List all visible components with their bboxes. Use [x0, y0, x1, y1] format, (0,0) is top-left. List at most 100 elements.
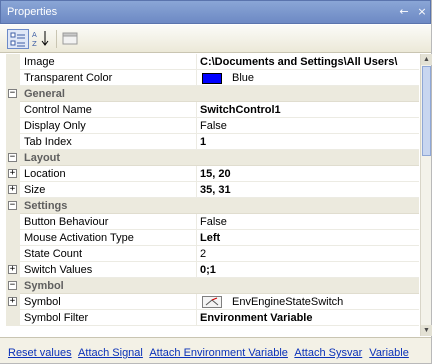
property-name: Display Only: [24, 120, 86, 132]
property-value[interactable]: C:\Documents and Settings\All Users\: [200, 56, 422, 68]
alphabetical-sort-button[interactable]: A Z: [31, 29, 53, 49]
row-gutter: [6, 102, 20, 118]
category-row[interactable]: − Layout: [6, 150, 419, 166]
column-divider: [196, 70, 197, 86]
property-name: Size: [24, 184, 46, 196]
row-gutter: [6, 246, 20, 262]
property-row[interactable]: Symbol Filter Environment Variable: [6, 310, 419, 326]
pin-button[interactable]: ←: [397, 5, 411, 19]
category-label: Symbol: [24, 280, 64, 292]
close-button[interactable]: ×: [415, 5, 429, 19]
property-value[interactable]: 35, 31: [200, 184, 422, 196]
property-value[interactable]: Environment Variable: [200, 312, 422, 324]
column-divider: [196, 118, 197, 134]
property-name: Transparent Color: [24, 72, 113, 84]
property-row[interactable]: Control Name SwitchControl1: [6, 102, 419, 118]
scroll-down-arrow-icon[interactable]: ▼: [421, 325, 432, 336]
scroll-thumb[interactable]: [422, 66, 431, 156]
property-value[interactable]: 1: [200, 136, 422, 148]
property-name: Symbol Filter: [24, 312, 89, 324]
property-row[interactable]: Transparent Color Blue: [6, 70, 419, 86]
switch-symbol-icon: [202, 296, 222, 308]
color-swatch: [202, 73, 222, 84]
row-gutter: [6, 118, 20, 134]
command-link[interactable]: Variable: [369, 347, 409, 359]
command-link[interactable]: Attach Environment Variable: [149, 347, 288, 359]
category-label: Layout: [24, 152, 61, 164]
collapse-icon[interactable]: −: [8, 153, 17, 162]
property-value[interactable]: Blue: [232, 72, 254, 84]
expand-icon[interactable]: +: [8, 185, 17, 194]
command-link[interactable]: Reset values: [8, 347, 72, 359]
property-name: Symbol: [24, 296, 61, 308]
property-row[interactable]: + Size 35, 31: [6, 182, 419, 198]
property-value[interactable]: SwitchControl1: [200, 104, 422, 116]
column-divider: [196, 134, 197, 150]
column-divider: [196, 294, 197, 310]
column-divider: [196, 102, 197, 118]
column-divider: [196, 230, 197, 246]
toolbar: A Z: [0, 25, 431, 53]
property-pages-button[interactable]: [60, 29, 82, 49]
expand-icon[interactable]: +: [8, 297, 17, 306]
categorized-view-button[interactable]: [7, 29, 29, 49]
alphabetical-sort-icon: A Z: [32, 31, 49, 48]
property-row[interactable]: Button Behaviour False: [6, 214, 419, 230]
property-value[interactable]: 15, 20: [200, 168, 422, 180]
column-divider: [196, 54, 197, 70]
svg-text:Z: Z: [32, 40, 37, 47]
column-divider: [196, 166, 197, 182]
property-row[interactable]: State Count 2: [6, 246, 419, 262]
property-name: Tab Index: [24, 136, 72, 148]
svg-text:A: A: [32, 31, 37, 39]
property-name: Mouse Activation Type: [24, 232, 134, 244]
property-row[interactable]: Display Only False: [6, 118, 419, 134]
property-row[interactable]: + Location 15, 20: [6, 166, 419, 182]
property-name: Control Name: [24, 104, 92, 116]
property-row[interactable]: Tab Index 1: [6, 134, 419, 150]
expand-icon[interactable]: +: [8, 265, 17, 274]
property-value[interactable]: EnvEngineStateSwitch: [232, 296, 343, 308]
property-row[interactable]: Mouse Activation Type Left: [6, 230, 419, 246]
property-row[interactable]: + Symbol EnvEngineStateSwitch: [6, 294, 419, 310]
window-title: Properties: [7, 6, 58, 18]
property-name: Image: [24, 56, 55, 68]
category-label: Settings: [24, 200, 68, 212]
collapse-icon[interactable]: −: [8, 89, 17, 98]
row-gutter: [6, 54, 20, 70]
row-gutter: [6, 230, 20, 246]
property-value[interactable]: 0;1: [200, 264, 422, 276]
category-row[interactable]: − General: [6, 86, 419, 102]
commands-pane: Reset values Attach Signal Attach Enviro…: [0, 337, 431, 363]
command-link[interactable]: Attach Signal: [78, 347, 143, 359]
vertical-scrollbar[interactable]: ▲ ▼: [420, 54, 432, 336]
expand-icon[interactable]: +: [8, 169, 17, 178]
property-value[interactable]: False: [200, 216, 422, 228]
column-divider: [196, 310, 197, 326]
column-divider: [196, 182, 197, 198]
column-divider: [196, 246, 197, 262]
row-gutter: [6, 310, 20, 326]
property-grid: Image C:\Documents and Settings\All Users…: [6, 54, 419, 326]
row-gutter: [6, 70, 20, 86]
property-name: Location: [24, 168, 66, 180]
column-divider: [196, 214, 197, 230]
category-row[interactable]: − Settings: [6, 198, 419, 214]
scroll-up-arrow-icon[interactable]: ▲: [421, 54, 432, 65]
collapse-icon[interactable]: −: [8, 281, 17, 290]
title-bar: Properties ← ×: [0, 0, 431, 24]
categorized-view-icon: [10, 32, 25, 47]
category-row[interactable]: − Symbol: [6, 278, 419, 294]
property-name: State Count: [24, 248, 83, 260]
category-label: General: [24, 88, 65, 100]
command-links: Reset values Attach Signal Attach Enviro…: [8, 347, 413, 359]
property-row[interactable]: Image C:\Documents and Settings\All Users…: [6, 54, 419, 70]
property-value[interactable]: 2: [200, 248, 422, 260]
property-value[interactable]: Left: [200, 232, 422, 244]
collapse-icon[interactable]: −: [8, 201, 17, 210]
row-gutter: [6, 134, 20, 150]
command-link[interactable]: Attach Sysvar: [294, 347, 362, 359]
property-value[interactable]: False: [200, 120, 422, 132]
property-row[interactable]: + Switch Values 0;1: [6, 262, 419, 278]
properties-window: Properties ← × A Z Image C:\Documents an…: [0, 0, 432, 364]
